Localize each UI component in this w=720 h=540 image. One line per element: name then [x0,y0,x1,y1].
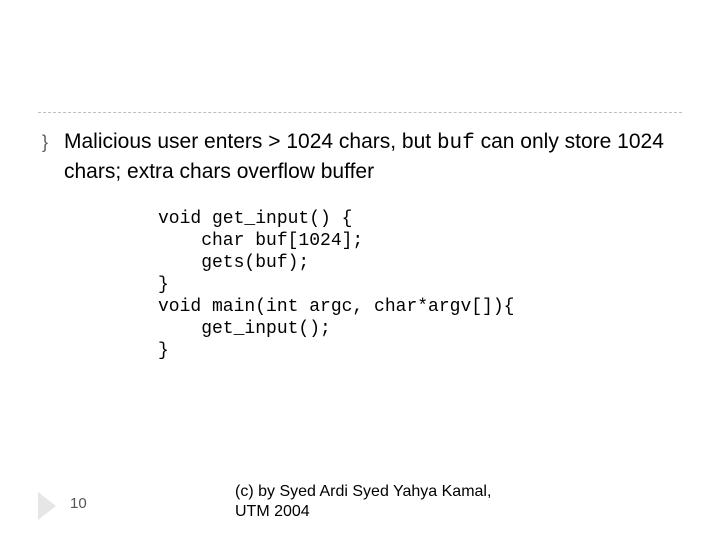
header-divider [38,112,682,113]
page-number: 10 [70,495,87,512]
bullet-code-word: buf [437,132,475,155]
body-area: } Malicious user enters > 1024 chars, bu… [42,128,678,186]
bullet-marker-icon: } [42,128,64,156]
page-marker-icon [38,492,56,520]
bullet-text: Malicious user enters > 1024 chars, but … [64,128,678,186]
copyright-text: (c) by Syed Ardi Syed Yahya Kamal, UTM 2… [235,482,515,522]
bullet-text-before: Malicious user enters > 1024 chars, but [64,130,437,153]
code-block: void get_input() { char buf[1024]; gets(… [158,208,514,362]
slide: } Malicious user enters > 1024 chars, bu… [0,0,720,540]
bullet-item: } Malicious user enters > 1024 chars, bu… [42,128,678,186]
